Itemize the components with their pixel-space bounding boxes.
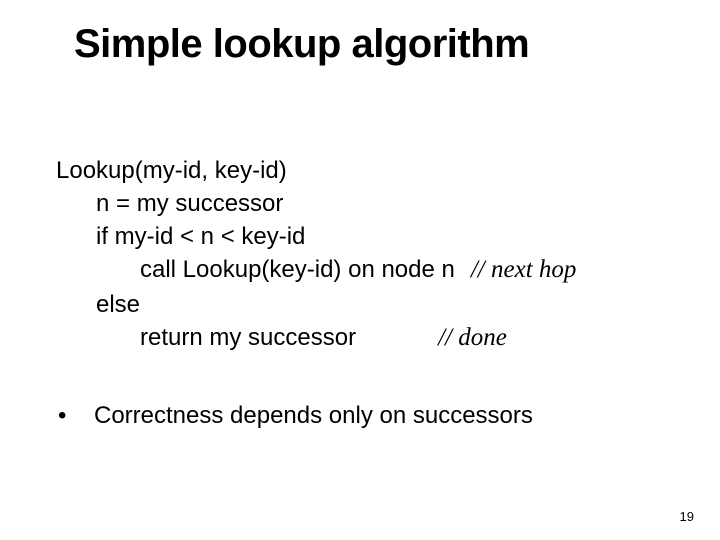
bullet-dot-icon: •: [56, 399, 94, 432]
slide-body: Lookup(my-id, key-id) n = my successor i…: [56, 154, 680, 433]
code-text-4: call Lookup(key-id) on node n: [140, 256, 455, 283]
code-comment-4: // next hop: [471, 256, 577, 283]
code-line-3: if my-id < n < key-id: [56, 220, 680, 253]
code-line-6: return my successor // done: [56, 321, 680, 356]
code-comment-6: // done: [438, 324, 507, 351]
page-number: 19: [680, 509, 694, 524]
code-line-5: else: [56, 288, 680, 321]
slide-title: Simple lookup algorithm: [74, 22, 529, 67]
code-line-1: Lookup(my-id, key-id): [56, 154, 680, 187]
code-text-6: return my successor: [140, 324, 356, 351]
bullet-item: • Correctness depends only on successors: [56, 399, 680, 432]
code-line-2: n = my successor: [56, 187, 680, 220]
slide: Simple lookup algorithm Lookup(my-id, ke…: [0, 0, 720, 540]
code-line-4: call Lookup(key-id) on node n // next hop: [56, 253, 680, 288]
bullet-text: Correctness depends only on successors: [94, 399, 533, 432]
